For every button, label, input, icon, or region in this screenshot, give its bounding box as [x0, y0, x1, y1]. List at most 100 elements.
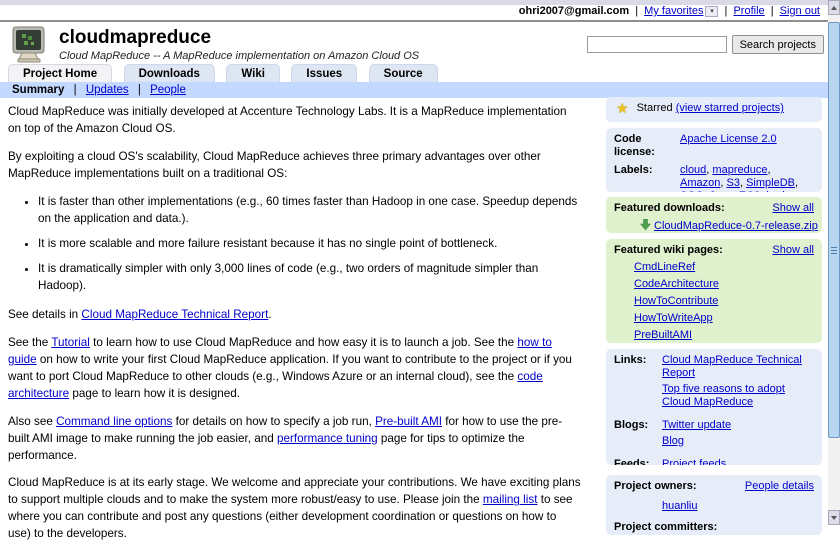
header-divider: [0, 20, 840, 22]
separator: |: [771, 5, 774, 17]
inline-link[interactable]: Java: [709, 190, 732, 192]
owner-link[interactable]: huanliu: [662, 500, 697, 512]
search-area: Search projects: [587, 35, 824, 54]
download-icon: [640, 219, 651, 231]
profile-link[interactable]: Profile: [733, 5, 764, 17]
show-all-downloads-link[interactable]: Show all: [772, 202, 814, 215]
advantages-paragraph: By exploiting a cloud OS's scalability, …: [8, 149, 582, 183]
search-projects-button[interactable]: Search projects: [732, 35, 824, 54]
sidebar-link[interactable]: CodeArchitecture: [634, 278, 719, 290]
feeds-list: Project feeds: [662, 458, 814, 465]
account-email: ohri2007@gmail.com: [519, 5, 629, 17]
sidebar-link[interactable]: PreBuiltAMI: [634, 329, 692, 341]
my-favorites-link[interactable]: My favorites: [644, 5, 703, 17]
bullet-item: It is more scalable and more failure res…: [38, 236, 582, 253]
inline-link[interactable]: Command line options: [56, 415, 172, 428]
people-box: Project owners: People details huanliu P…: [606, 475, 822, 535]
intro-paragraph: Cloud MapReduce was initially developed …: [8, 104, 582, 138]
featured-downloads-title: Featured downloads:: [614, 202, 725, 214]
scrollbar-grip: [831, 247, 837, 256]
project-tagline: Cloud MapReduce -- A MapReduce implement…: [59, 50, 419, 62]
people-details-link[interactable]: People details: [745, 480, 814, 493]
star-icon[interactable]: ★: [616, 102, 629, 115]
separator: |: [74, 84, 77, 96]
featured-download-link[interactable]: CloudMapReduce-0.7-release.zip: [654, 220, 818, 232]
show-all-wiki-link[interactable]: Show all: [772, 244, 814, 257]
inline-link[interactable]: EC2: [739, 190, 760, 192]
inline-link[interactable]: performance tuning: [277, 432, 378, 445]
featured-wiki-box: Show all Featured wiki pages: CmdLineRef…: [606, 239, 822, 343]
sidebar-link[interactable]: HowToWriteApp: [634, 312, 713, 324]
project-header: cloudmapreduce Cloud MapReduce -- A MapR…: [10, 26, 419, 64]
resources-box: Links: Cloud MapReduce Technical ReportT…: [606, 349, 822, 465]
inline-link[interactable]: hadoop: [766, 190, 803, 192]
inline-link[interactable]: mapreduce: [712, 164, 767, 176]
arrow-up-icon: [831, 6, 837, 10]
inline-link[interactable]: Pre-built AMI: [375, 415, 442, 428]
scroll-up-button[interactable]: [828, 0, 840, 15]
labels-label: Labels:: [614, 164, 680, 192]
arrow-down-icon: [831, 516, 837, 520]
bullet-item: It is faster than other implementations …: [38, 194, 582, 228]
bullet-item: It is dramatically simpler with only 3,0…: [38, 261, 582, 295]
featured-wiki-title: Featured wiki pages:: [614, 244, 723, 256]
also-see-paragraph: Also see Command line options for detail…: [8, 414, 582, 465]
search-input[interactable]: [587, 36, 727, 53]
project-committers-label: Project committers:: [614, 521, 814, 534]
tab-project-home[interactable]: Project Home: [8, 64, 112, 82]
project-meta-box: Code license: Apache License 2.0 Labels:…: [606, 128, 822, 192]
tab-source[interactable]: Source: [369, 64, 438, 82]
tab-issues[interactable]: Issues: [291, 64, 357, 82]
tab-downloads[interactable]: Downloads: [124, 64, 215, 82]
code-license-label: Code license:: [614, 133, 680, 159]
account-bar: ohri2007@gmail.com | My favorites▾ | Pro…: [0, 5, 828, 20]
scrollbar-thumb[interactable]: [828, 22, 840, 438]
subnav-bar: Summary | Updates | People: [0, 82, 840, 98]
chevron-down-icon[interactable]: ▾: [705, 6, 718, 17]
sidebar-link[interactable]: Project feeds: [662, 458, 726, 465]
blogs-label: Blogs:: [614, 419, 662, 451]
subnav-updates-link[interactable]: Updates: [86, 84, 129, 96]
early-stage-paragraph: Cloud MapReduce is at its early stage. W…: [8, 475, 582, 543]
project-summary-content: Cloud MapReduce was initially developed …: [8, 104, 582, 554]
tab-bar: Project Home Downloads Wiki Issues Sourc…: [8, 64, 445, 82]
project-logo-icon: [10, 26, 50, 64]
vertical-scrollbar[interactable]: [828, 0, 840, 525]
subnav-people-link[interactable]: People: [150, 84, 186, 96]
separator: |: [725, 5, 728, 17]
inline-link[interactable]: cloud: [680, 164, 706, 176]
sidebar-link[interactable]: Top five reasons to adopt Cloud MapReduc…: [662, 383, 785, 408]
starred-text: Starred (view starred projects): [637, 102, 784, 115]
inline-link[interactable]: mailing list: [483, 493, 538, 506]
advantages-list: It is faster than other implementations …: [38, 194, 582, 295]
inline-link[interactable]: (view starred projects): [676, 102, 784, 114]
featured-wiki-list: CmdLineRef CodeArchitecture HowToContribut…: [614, 261, 814, 343]
sidebar-link[interactable]: Twitter update: [662, 419, 731, 431]
blogs-list: Twitter update Blog: [662, 419, 814, 451]
inline-link[interactable]: Amazon: [680, 177, 720, 189]
inline-link[interactable]: S3: [726, 177, 739, 189]
separator: |: [635, 5, 638, 17]
starred-box: ★ Starred (view starred projects): [606, 97, 822, 122]
scroll-down-button[interactable]: [828, 510, 840, 525]
separator: |: [138, 84, 141, 96]
sidebar-link[interactable]: CmdLineRef: [634, 261, 695, 273]
page-title: cloudmapreduce: [59, 28, 419, 48]
sidebar-link[interactable]: Cloud MapReduce Technical Report: [662, 354, 802, 379]
inline-link[interactable]: Cloud MapReduce Technical Report: [81, 308, 268, 321]
details-paragraph: See details in Cloud MapReduce Technical…: [8, 307, 582, 324]
project-owners-label: Project owners:: [614, 480, 697, 493]
tab-wiki[interactable]: Wiki: [226, 64, 280, 82]
inline-link[interactable]: SQS: [680, 190, 703, 192]
subnav-summary[interactable]: Summary: [12, 84, 64, 96]
featured-downloads-box: Show all Featured downloads: CloudMapRed…: [606, 197, 822, 233]
feeds-label: Feeds:: [614, 458, 662, 465]
inline-link[interactable]: Tutorial: [51, 336, 90, 349]
license-link[interactable]: Apache License 2.0: [680, 133, 777, 145]
sign-out-link[interactable]: Sign out: [780, 5, 820, 17]
sidebar-link[interactable]: Blog: [662, 435, 684, 447]
inline-link[interactable]: SimpleDB: [746, 177, 795, 189]
links-list: Cloud MapReduce Technical Report Top five…: [662, 354, 814, 412]
tutorial-paragraph: See the Tutorial to learn how to use Clo…: [8, 335, 582, 403]
sidebar-link[interactable]: HowToContribute: [634, 295, 718, 307]
